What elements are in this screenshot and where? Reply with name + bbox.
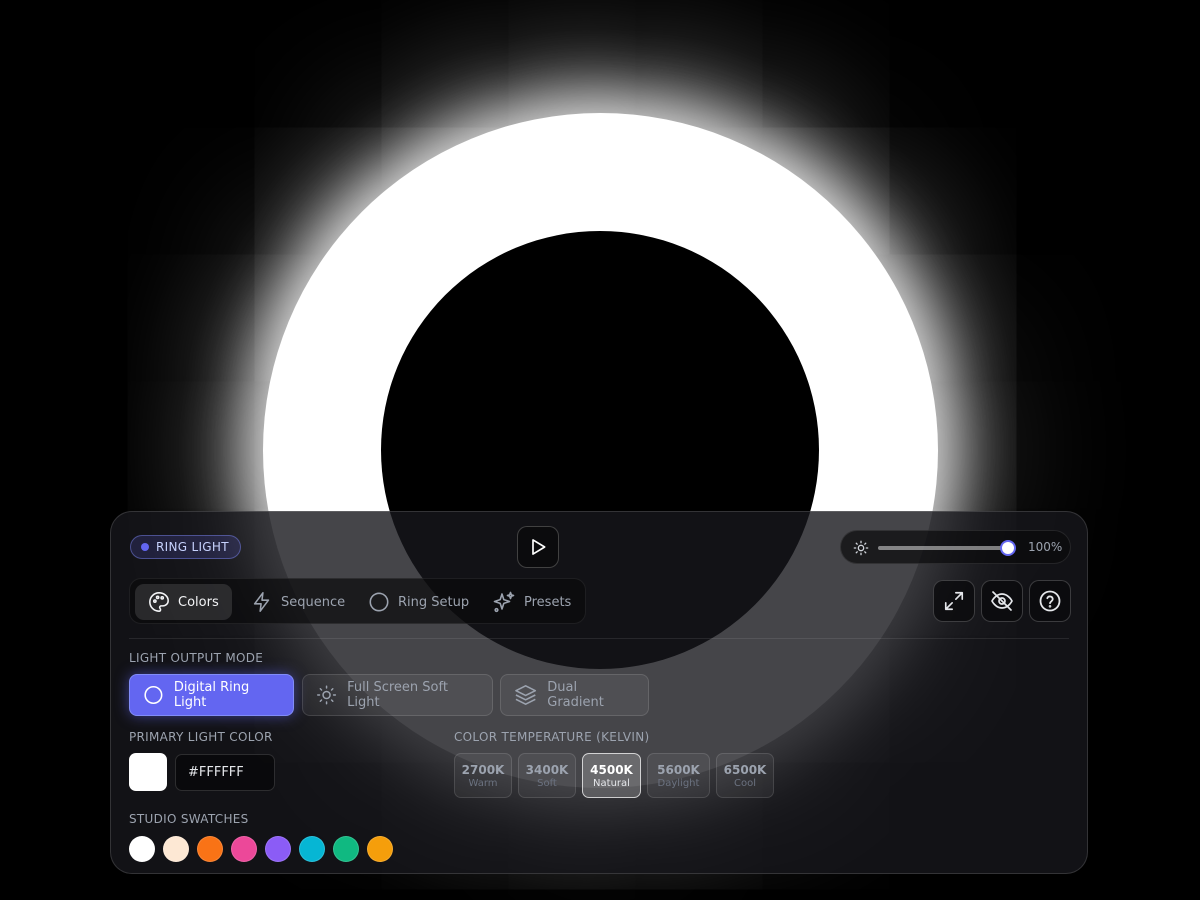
temp-name: Soft bbox=[537, 777, 557, 789]
temp-name: Natural bbox=[593, 777, 630, 789]
temp-kelvin: 4500K bbox=[590, 762, 633, 777]
temp-name: Warm bbox=[468, 777, 498, 789]
lightning-icon bbox=[253, 592, 270, 612]
tab-presets[interactable]: Presets bbox=[479, 584, 584, 620]
temp-kelvin: 2700K bbox=[461, 762, 505, 777]
brightness-control: 100% bbox=[840, 530, 1071, 564]
tab-label: Ring Setup bbox=[398, 594, 470, 610]
swatch-amber[interactable] bbox=[367, 836, 393, 862]
tab-label: Colors bbox=[178, 594, 219, 610]
brightness-icon bbox=[853, 540, 869, 556]
help-icon bbox=[1039, 590, 1061, 612]
tab-sequence[interactable]: Sequence bbox=[238, 584, 358, 620]
temp-2700k[interactable]: 2700K Warm bbox=[454, 753, 512, 798]
mode-dual-gradient[interactable]: Dual Gradient bbox=[500, 674, 649, 716]
swatch-green[interactable] bbox=[333, 836, 359, 862]
brightness-slider[interactable] bbox=[878, 540, 1016, 556]
temp-kelvin: 5600K bbox=[657, 762, 700, 777]
badge-label: RING LIGHT bbox=[156, 540, 229, 554]
fullscreen-button[interactable] bbox=[933, 580, 975, 622]
palette-icon bbox=[149, 592, 169, 612]
light-output-label: LIGHT OUTPUT MODE bbox=[129, 651, 264, 665]
play-icon bbox=[532, 539, 546, 555]
swatches-label: STUDIO SWATCHES bbox=[129, 812, 249, 826]
brightness-value: 100% bbox=[1028, 540, 1063, 554]
primary-color-label: PRIMARY LIGHT COLOR bbox=[129, 730, 273, 744]
divider bbox=[129, 638, 1069, 639]
mode-digital-ring-light[interactable]: Digital Ring Light bbox=[129, 674, 294, 716]
expand-icon bbox=[944, 591, 964, 611]
circle-icon bbox=[144, 685, 163, 705]
tab-ring-setup[interactable]: Ring Setup bbox=[355, 584, 482, 620]
hex-input[interactable]: #FFFFFF bbox=[175, 754, 275, 791]
tab-label: Sequence bbox=[281, 594, 346, 610]
ring-light-badge: RING LIGHT bbox=[130, 535, 241, 559]
mode-label: Full Screen Soft Light bbox=[347, 680, 448, 710]
temp-6500k[interactable]: 6500K Cool bbox=[716, 753, 774, 798]
brightness-thumb[interactable] bbox=[1000, 540, 1016, 556]
temp-name: Cool bbox=[734, 777, 756, 789]
temp-name: Daylight bbox=[657, 777, 700, 789]
temperature-label: COLOR TEMPERATURE (KELVIN) bbox=[454, 730, 650, 744]
sparkles-icon bbox=[493, 591, 515, 613]
swatch-cyan[interactable] bbox=[299, 836, 325, 862]
circle-icon bbox=[369, 592, 389, 612]
hide-ui-button[interactable] bbox=[981, 580, 1023, 622]
mode-full-screen-soft-light[interactable]: Full Screen Soft Light bbox=[302, 674, 493, 716]
status-dot bbox=[141, 543, 149, 551]
eye-off-icon bbox=[991, 591, 1013, 611]
mode-label: Digital Ring Light bbox=[173, 680, 250, 710]
tab-bar: Colors Sequence Ring Setup Presets bbox=[129, 578, 586, 624]
swatch-peach[interactable] bbox=[163, 836, 189, 862]
tab-label: Presets bbox=[524, 594, 572, 610]
control-panel: RING LIGHT 100% Colors Sequence Ring Set… bbox=[110, 511, 1088, 874]
temp-kelvin: 6500K bbox=[723, 762, 767, 777]
temp-5600k[interactable]: 5600K Daylight bbox=[647, 753, 710, 798]
temp-4500k[interactable]: 4500K Natural bbox=[582, 753, 641, 798]
swatch-pink[interactable] bbox=[231, 836, 257, 862]
brightness-fill bbox=[878, 546, 1008, 550]
tab-colors[interactable]: Colors bbox=[135, 584, 232, 620]
layers-icon bbox=[515, 685, 537, 705]
swatch-orange[interactable] bbox=[197, 836, 223, 862]
play-button[interactable] bbox=[517, 526, 559, 568]
temp-kelvin: 3400K bbox=[525, 762, 569, 777]
mode-label: Dual Gradient bbox=[547, 680, 604, 710]
swatch-purple[interactable] bbox=[265, 836, 291, 862]
primary-color-swatch[interactable] bbox=[129, 753, 167, 791]
sun-icon bbox=[317, 685, 337, 705]
swatch-white[interactable] bbox=[129, 836, 155, 862]
temp-3400k[interactable]: 3400K Soft bbox=[518, 753, 576, 798]
help-button[interactable] bbox=[1029, 580, 1071, 622]
